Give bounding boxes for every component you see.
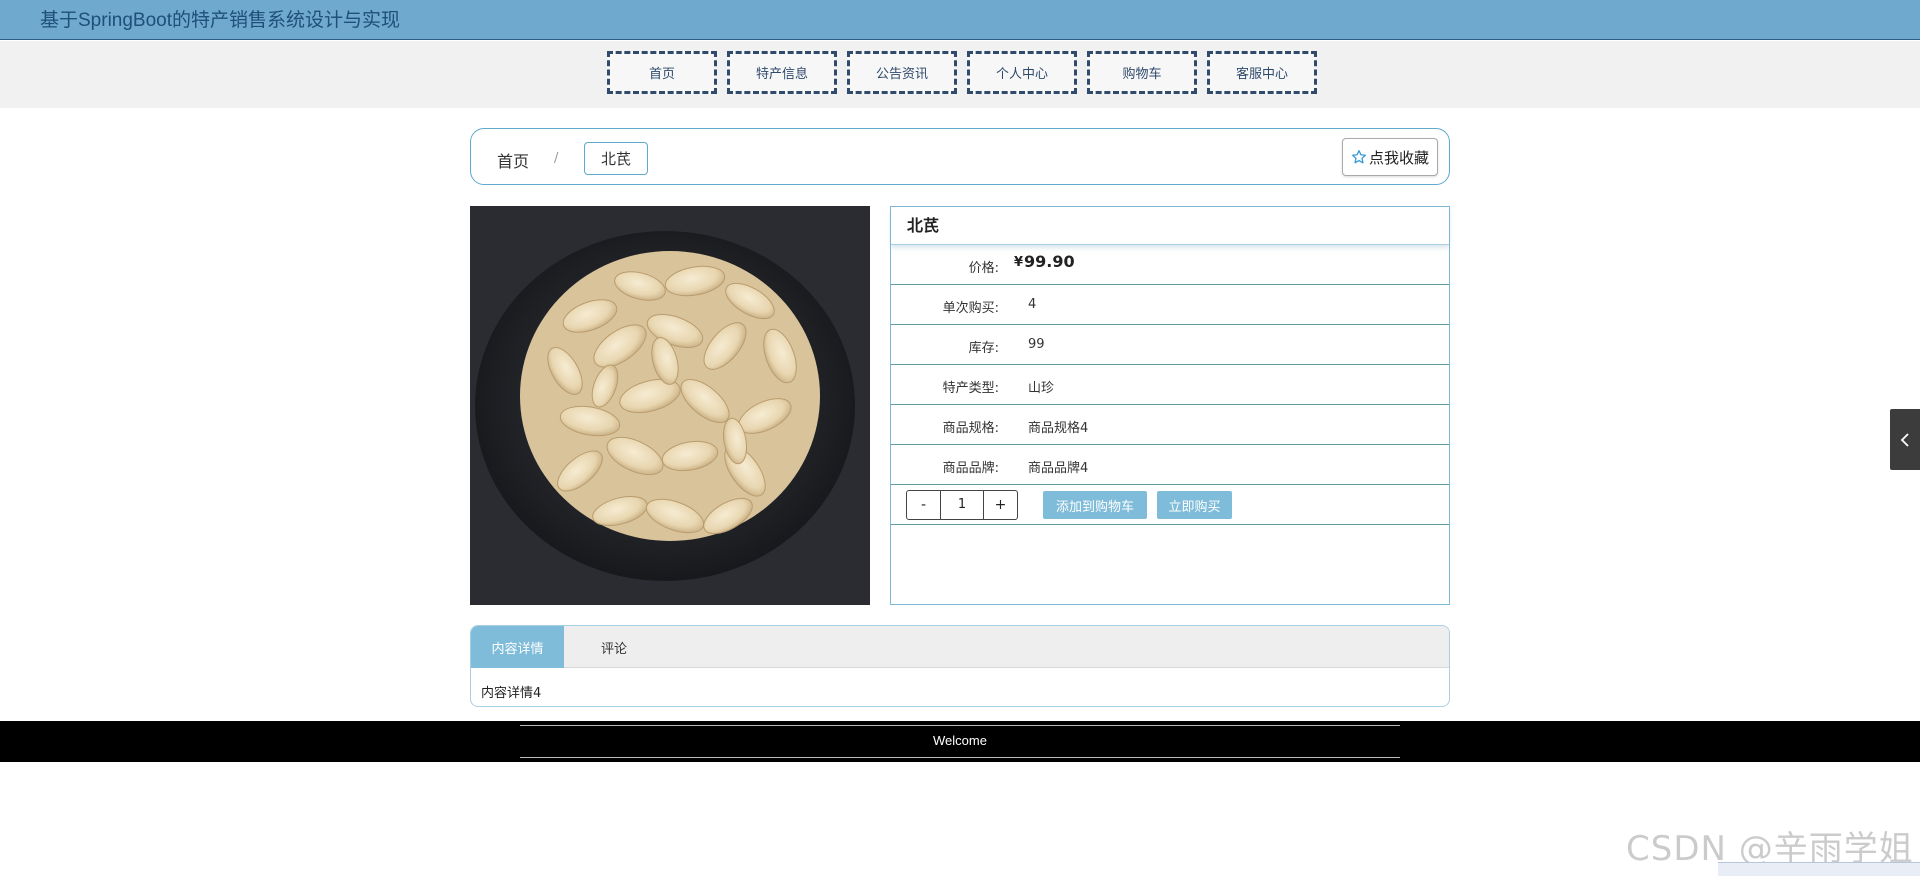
nav-item-news[interactable]: 公告资讯 (847, 51, 957, 94)
stock-label: 库存: (968, 341, 999, 356)
quantity-plus-button[interactable]: + (984, 491, 1017, 519)
stock-value: 99 (1028, 337, 1045, 352)
spec-label: 商品规格: (942, 421, 999, 436)
detail-tabs: 内容详情 评论 内容详情4 (470, 625, 1450, 707)
quantity-stepper: - 1 + (906, 490, 1018, 520)
single-purchase-value: 4 (1028, 297, 1037, 312)
tab-panel-content: 内容详情4 (481, 686, 542, 701)
tab-content-details[interactable]: 内容详情 (471, 626, 564, 668)
favorite-label: 点我收藏 (1368, 148, 1429, 167)
nav-item-products[interactable]: 特产信息 (727, 51, 837, 94)
product-name: 北芪 (891, 207, 1449, 245)
favorite-button[interactable]: 点我收藏 (1342, 138, 1438, 176)
breadcrumb-home-link[interactable]: 首页 (497, 148, 529, 172)
side-panel-toggle[interactable] (1890, 409, 1920, 470)
footer-divider-bottom (520, 757, 1400, 758)
nav-item-service[interactable]: 客服中心 (1207, 51, 1317, 94)
chevron-left-icon (1900, 432, 1909, 447)
type-row: 特产类型: 山珍 (891, 365, 1449, 405)
add-to-cart-button[interactable]: 添加到购物车 (1043, 491, 1147, 519)
quantity-minus-button[interactable]: - (907, 491, 940, 519)
nav-item-cart[interactable]: 购物车 (1087, 51, 1197, 94)
spec-value: 商品规格4 (1028, 421, 1089, 436)
site-title: 基于SpringBoot的特产销售系统设计与实现 (40, 10, 401, 31)
footer-welcome: Welcome (933, 733, 987, 748)
type-label: 特产类型: (942, 381, 999, 396)
buy-now-button[interactable]: 立即购买 (1157, 491, 1232, 519)
brand-label: 商品品牌: (942, 461, 999, 476)
price-value: 99.90 (1024, 252, 1075, 271)
breadcrumb-separator: / (554, 151, 559, 166)
breadcrumb: 首页 / 北芪 点我收藏 (470, 128, 1450, 185)
tabs-header: 内容详情 评论 (471, 626, 1449, 668)
product-image (470, 206, 870, 605)
price-row: 价格: ¥ 99.90 (891, 245, 1449, 285)
tab-comments[interactable]: 评论 (564, 626, 664, 668)
star-outline-icon (1351, 150, 1366, 164)
single-purchase-label: 单次购买: (942, 301, 999, 316)
brand-value: 商品品牌4 (1028, 461, 1089, 476)
price-currency: ¥ (1014, 255, 1024, 270)
brand-row: 商品品牌: 商品品牌4 (891, 445, 1449, 485)
main-nav: 首页 特产信息 公告资讯 个人中心 购物车 客服中心 (607, 51, 1327, 94)
footer: Welcome (0, 721, 1920, 762)
breadcrumb-current: 北芪 (584, 142, 648, 175)
type-value: 山珍 (1028, 381, 1055, 396)
footer-divider-top (520, 725, 1400, 726)
stock-row: 库存: 99 (891, 325, 1449, 365)
quantity-row: - 1 + 添加到购物车 立即购买 (891, 485, 1449, 525)
price-label: 价格: (968, 261, 999, 276)
ime-toolbar (1718, 862, 1920, 876)
nav-item-home[interactable]: 首页 (607, 51, 717, 94)
product-info-panel: 北芪 价格: ¥ 99.90 单次购买: 4 库存: 99 特产类型: 山珍 商… (890, 206, 1450, 605)
top-header-bar: 基于SpringBoot的特产销售系统设计与实现 (0, 0, 1920, 40)
quantity-input[interactable]: 1 (940, 491, 984, 519)
nav-item-user-center[interactable]: 个人中心 (967, 51, 1077, 94)
single-purchase-row: 单次购买: 4 (891, 285, 1449, 325)
spec-row: 商品规格: 商品规格4 (891, 405, 1449, 445)
